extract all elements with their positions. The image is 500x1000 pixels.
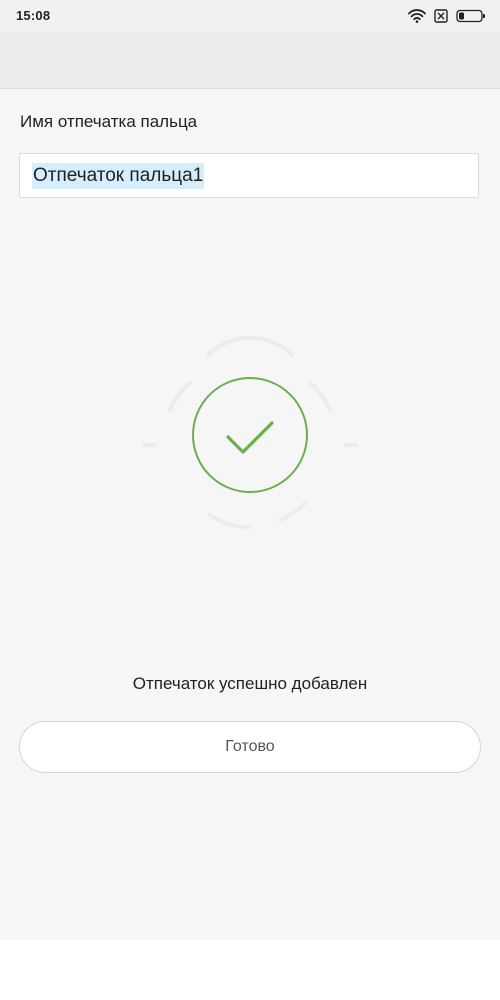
fingerprint-success-graphic [130, 315, 370, 555]
sim-none-icon [434, 9, 448, 23]
status-time: 15:08 [16, 8, 51, 23]
battery-icon [456, 9, 486, 23]
fingerprint-setup-screen: 15:08 Имя отпечатка пальца Отпечаток пал… [0, 0, 500, 940]
fingerprint-name-label: Имя отпечатка пальца [20, 112, 198, 131]
header-bar [0, 32, 500, 89]
fingerprint-watermark-icon [142, 335, 358, 530]
fingerprint-name-input[interactable]: Отпечаток пальца1 [19, 153, 479, 198]
status-icons [408, 7, 486, 25]
wifi-icon [408, 9, 426, 23]
success-message: Отпечаток успешно добавлен [132, 674, 368, 693]
status-bar: 15:08 [0, 0, 500, 32]
done-button[interactable]: Готово [19, 721, 481, 773]
fingerprint-name-value[interactable]: Отпечаток пальца1 [32, 163, 205, 189]
check-icon [192, 377, 308, 493]
